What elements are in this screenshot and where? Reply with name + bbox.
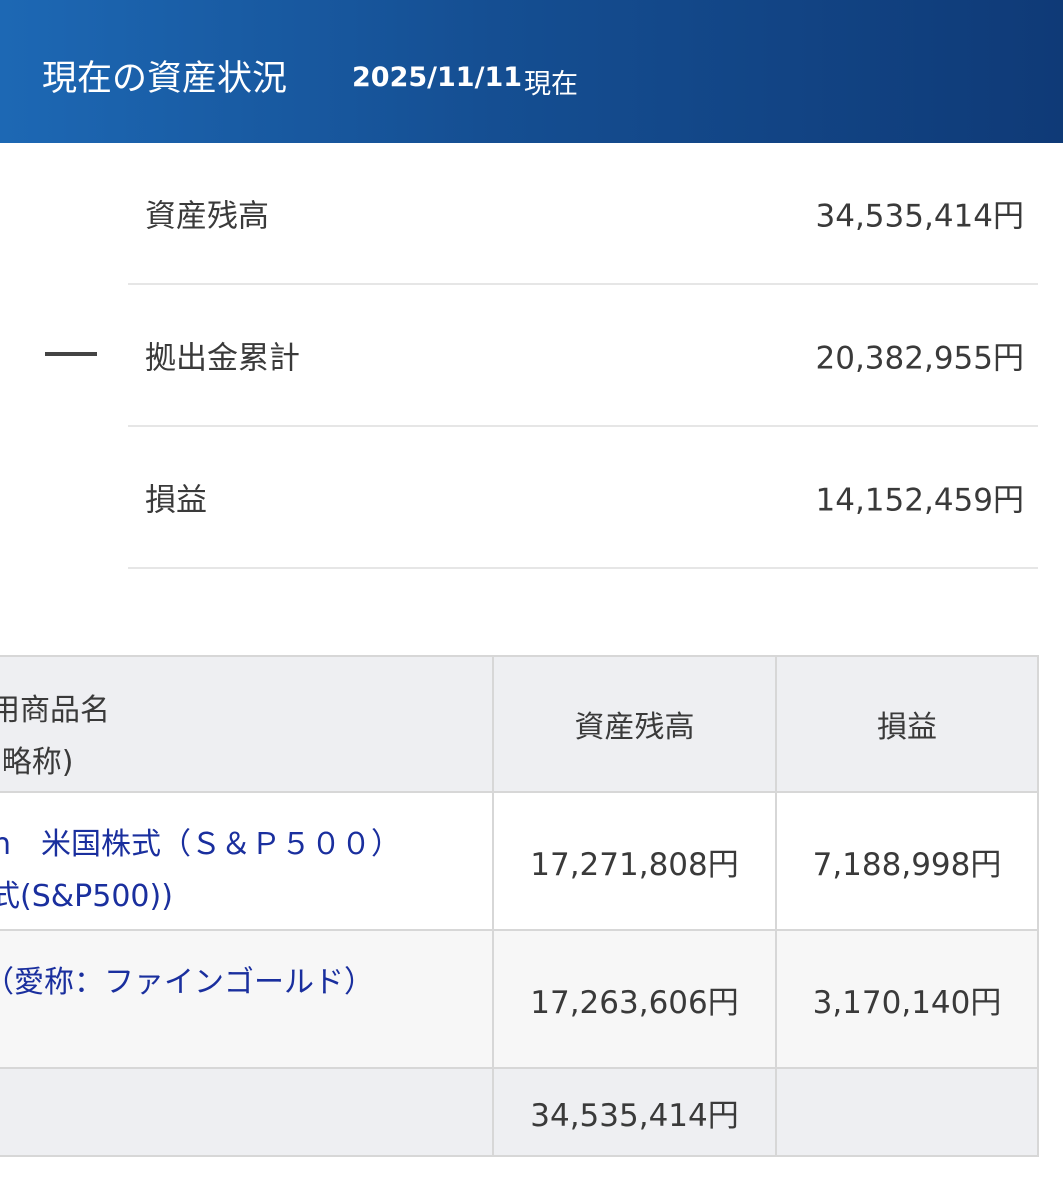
fund-name-cell: n 米国株式（Ｓ＆Ｐ５００） 式(S&P500))	[0, 791, 494, 931]
page-title: 現在の資産状況	[42, 59, 288, 99]
as-of-date: 2025/11/11	[352, 62, 523, 93]
fund-link-gold[interactable]: （愛称：ファインゴールド）	[0, 957, 374, 1001]
summary-contribution-row: 拠出金累計 20,382,955円	[128, 285, 1038, 427]
summary-profit-label: 損益	[145, 482, 207, 519]
table-row: （愛称：ファインゴールド） 17,263,606円 3,170,140円	[0, 929, 1039, 1069]
summary-profit-value: 14,152,459円	[815, 482, 1025, 519]
header-product-name: 用商品名 (略称)	[0, 655, 494, 793]
table-header-row: 用商品名 (略称) 資産残高 損益	[0, 655, 1039, 793]
header-product-name-line2: (略称)	[0, 745, 74, 780]
total-balance: 34,535,414円	[492, 1067, 777, 1157]
fund-balance: 17,271,808円	[492, 791, 777, 931]
summary-balance-row: 資産残高 34,535,414円	[128, 143, 1038, 285]
fund-profit: 7,188,998円	[775, 791, 1039, 931]
table-row: n 米国株式（Ｓ＆Ｐ５００） 式(S&P500)) 17,271,808円 7,…	[0, 791, 1039, 931]
total-label-cell	[0, 1067, 494, 1157]
table-total-row: 34,535,414円	[0, 1067, 1039, 1157]
total-profit-cell	[775, 1067, 1039, 1157]
fund-profit: 3,170,140円	[775, 929, 1039, 1069]
page-header: 現在の資産状況 2025/11/11 現在	[0, 0, 1063, 143]
as-of-label: 現在	[524, 69, 578, 100]
summary-contribution-value: 20,382,955円	[815, 340, 1025, 377]
fund-link-sp500[interactable]: n 米国株式（Ｓ＆Ｐ５００）	[0, 819, 401, 863]
fund-link-sp500-line2[interactable]: 式(S&P500))	[0, 871, 173, 915]
summary-profit-row: 損益 14,152,459円	[128, 427, 1038, 569]
header-product-name-line1: 用商品名	[0, 693, 110, 728]
header-balance: 資産残高	[492, 655, 777, 793]
fund-balance: 17,263,606円	[492, 929, 777, 1069]
summary-balance-value: 34,535,414円	[815, 198, 1025, 235]
summary-balance-label: 資産残高	[145, 198, 269, 235]
fund-name-cell: （愛称：ファインゴールド）	[0, 929, 494, 1069]
holdings-table: 用商品名 (略称) 資産残高 損益 n 米国株式（Ｓ＆Ｐ５００） 式(S&P50…	[0, 655, 1039, 1157]
summary-contribution-label: 拠出金累計	[145, 340, 300, 377]
header-profit: 損益	[775, 655, 1039, 793]
minus-icon	[45, 352, 97, 356]
